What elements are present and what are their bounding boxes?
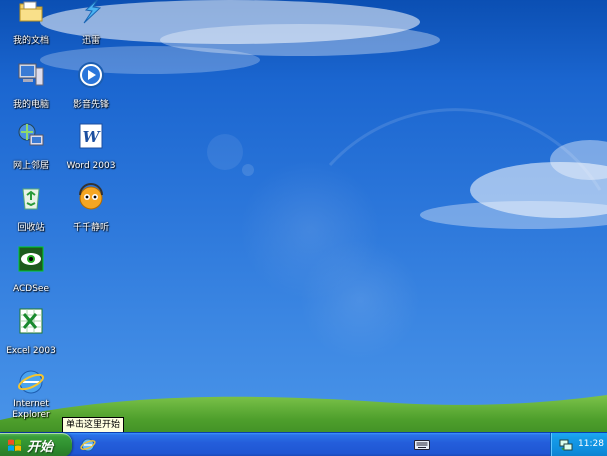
word-icon: W bbox=[79, 123, 103, 149]
svg-text:W: W bbox=[83, 128, 102, 146]
taskbar: 开始 11:28 bbox=[0, 432, 607, 456]
start-button[interactable]: 开始 bbox=[0, 433, 72, 456]
ie-icon bbox=[18, 370, 44, 394]
keyboard-icon[interactable] bbox=[414, 439, 430, 451]
desktop-icon-thunder[interactable]: 迅雷 bbox=[60, 0, 122, 47]
desktop-icon-word[interactable]: W Word 2003 bbox=[60, 121, 122, 172]
network-status-icon[interactable] bbox=[559, 438, 573, 452]
desktop-icon-acdsee[interactable]: ACDSee bbox=[0, 244, 62, 295]
desktop-icon-recycle-bin[interactable]: 回收站 bbox=[0, 183, 62, 234]
computer-icon bbox=[18, 63, 44, 86]
desktop-icon-media-player[interactable]: 影音先锋 bbox=[60, 60, 122, 111]
desktop: 我的文档 我的电脑 网上邻居 回收站 ACDSee Excel 2003 Int… bbox=[0, 0, 607, 456]
desktop-icon-my-computer[interactable]: 我的电脑 bbox=[0, 60, 62, 111]
thunder-icon bbox=[83, 0, 102, 24]
network-icon bbox=[18, 123, 44, 146]
desktop-icon-internet-explorer[interactable]: Internet Explorer bbox=[0, 367, 62, 421]
clock[interactable]: 11:28 bbox=[578, 439, 604, 449]
start-label: 开始 bbox=[27, 440, 54, 455]
media-player-icon bbox=[78, 62, 104, 88]
desktop-icon-music-player[interactable]: 千千静听 bbox=[60, 183, 122, 234]
desktop-icon-my-documents[interactable]: 我的文档 bbox=[0, 0, 62, 47]
desktop-icon-excel[interactable]: Excel 2003 bbox=[0, 306, 62, 357]
windows-logo-icon bbox=[8, 439, 21, 451]
folder-icon bbox=[19, 1, 43, 22]
excel-icon bbox=[19, 308, 43, 334]
recycle-bin-icon bbox=[22, 188, 40, 210]
ie-quicklaunch-icon[interactable] bbox=[80, 437, 96, 453]
music-player-icon bbox=[79, 183, 103, 210]
start-tooltip: 单击这里开始 bbox=[62, 417, 125, 433]
acdsee-icon bbox=[18, 246, 44, 272]
system-tray: 11:28 bbox=[550, 433, 607, 456]
desktop-icon-network[interactable]: 网上邻居 bbox=[0, 121, 62, 172]
